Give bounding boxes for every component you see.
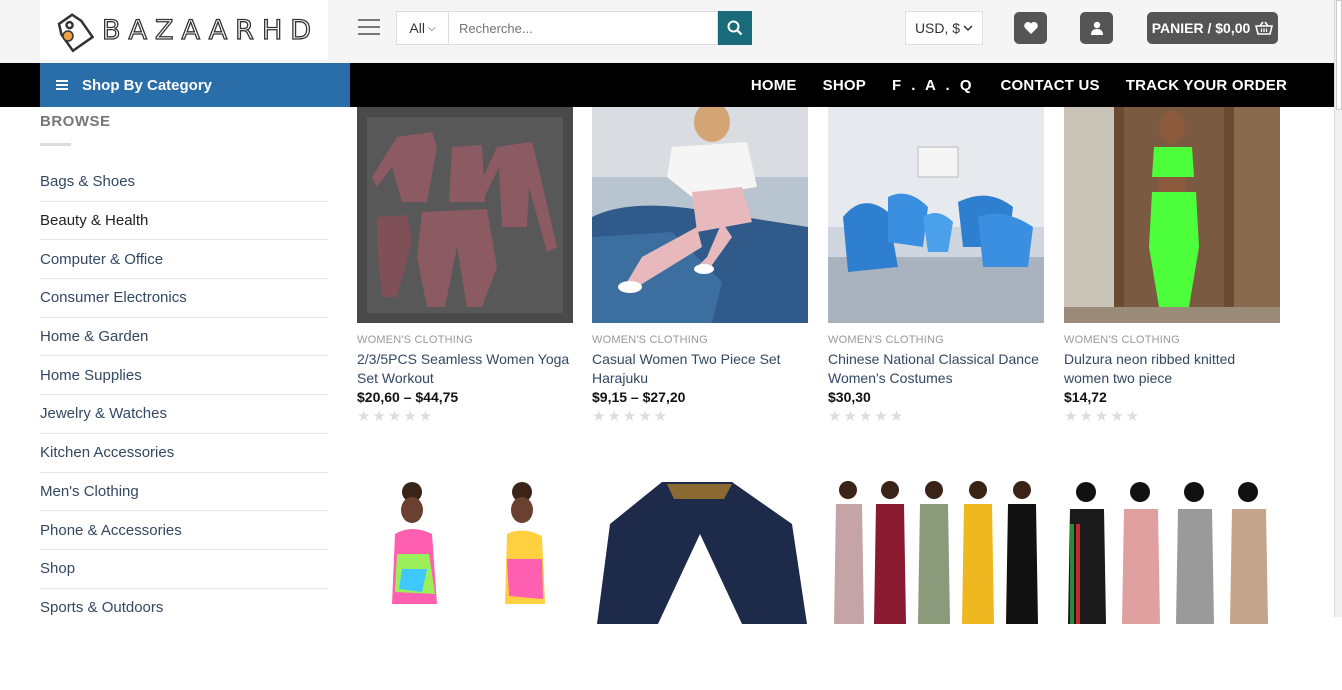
category-home-supplies[interactable]: Home Supplies — [40, 356, 328, 396]
product-image[interactable] — [592, 474, 808, 690]
search-category-select[interactable]: All ⌵ — [396, 11, 448, 45]
search-button[interactable] — [718, 11, 752, 45]
product-image[interactable] — [592, 107, 808, 323]
product-image[interactable] — [828, 107, 1044, 323]
nav-home[interactable]: HOME — [751, 77, 797, 94]
star-rating: ★★★★★ — [357, 408, 435, 425]
category-shop[interactable]: Shop — [40, 550, 328, 589]
cart-label: PANIER / $0,00 — [1151, 20, 1251, 36]
category-sports-outdoors[interactable]: Sports & Outdoors — [40, 589, 328, 628]
product-category[interactable]: WOMEN'S CLOTHING — [592, 334, 808, 346]
product-name[interactable]: Casual Women Two Piece Set Harajuku — [592, 350, 808, 388]
star-rating: ★★★★★ — [1064, 408, 1142, 425]
nav-links: HOME SHOP F . A . Q CONTACT US TRACK YOU… — [725, 63, 1287, 107]
currency-select[interactable]: USD, $ — [905, 11, 983, 45]
search-bar: All ⌵ — [396, 11, 752, 45]
product-price: $14,72 — [1064, 389, 1107, 405]
product-card[interactable]: WOMEN'S CLOTHING Dulzura neon ribbed kni… — [1064, 107, 1280, 425]
cart-button[interactable]: PANIER / $0,00 — [1147, 12, 1278, 44]
chevron-down-icon — [963, 25, 973, 32]
product-card[interactable] — [828, 474, 1044, 690]
browse-heading: BROWSE — [40, 113, 111, 130]
product-name[interactable]: 2/3/5PCS Seamless Women Yoga Set Workout — [357, 350, 573, 388]
account-button[interactable] — [1080, 12, 1113, 44]
product-price: $30,30 — [828, 389, 871, 405]
chevron-down-icon: ⌵ — [427, 22, 436, 34]
product-card[interactable] — [357, 474, 573, 690]
heart-icon — [1023, 22, 1038, 34]
menu-icon[interactable] — [358, 19, 380, 37]
product-price: $20,60 – $44,75 — [357, 389, 459, 405]
user-icon — [1090, 21, 1103, 35]
product-price: $9,15 – $27,20 — [592, 389, 686, 405]
nav-shop[interactable]: SHOP — [823, 77, 866, 94]
category-consumer-electronics[interactable]: Consumer Electronics — [40, 279, 328, 318]
product-card[interactable] — [1064, 474, 1280, 690]
shop-by-category-button[interactable]: Shop By Category — [40, 63, 350, 107]
category-jewelry-watches[interactable]: Jewelry & Watches — [40, 395, 328, 434]
search-input[interactable] — [448, 11, 718, 45]
product-image[interactable] — [357, 107, 573, 323]
star-rating: ★★★★★ — [592, 408, 670, 425]
product-category[interactable]: WOMEN'S CLOTHING — [357, 334, 573, 346]
nav-contact-us[interactable]: CONTACT US — [1001, 77, 1100, 94]
product-name[interactable]: Dulzura neon ribbed knitted women two pi… — [1064, 350, 1280, 388]
category-list: Bags & Shoes Beauty & Health Computer & … — [40, 163, 328, 627]
basket-icon — [1255, 21, 1274, 35]
nav-faq[interactable]: F . A . Q — [892, 77, 975, 94]
scrollbar-thumb[interactable] — [1336, 0, 1342, 110]
product-card[interactable]: WOMEN'S CLOTHING Chinese National Classi… — [828, 107, 1044, 425]
wishlist-button[interactable] — [1014, 12, 1047, 44]
category-beauty-health[interactable]: Beauty & Health — [40, 202, 328, 241]
logo-text: BAZAARHD — [101, 14, 320, 46]
currency-value: USD, $ — [914, 20, 961, 36]
product-image[interactable] — [357, 474, 573, 690]
star-rating: ★★★★★ — [828, 408, 906, 425]
product-category[interactable]: WOMEN'S CLOTHING — [1064, 334, 1280, 346]
product-image[interactable] — [1064, 107, 1280, 323]
category-mens-clothing[interactable]: Men's Clothing — [40, 473, 328, 512]
nav-track-order[interactable]: TRACK YOUR ORDER — [1126, 77, 1287, 94]
divider — [40, 143, 71, 146]
product-name[interactable]: Chinese National Classical Dance Women's… — [828, 350, 1044, 388]
product-card[interactable]: WOMEN'S CLOTHING 2/3/5PCS Seamless Women… — [357, 107, 573, 425]
category-computer-office[interactable]: Computer & Office — [40, 240, 328, 280]
site-logo[interactable]: BAZAARHD — [40, 0, 328, 60]
product-image[interactable] — [1064, 474, 1280, 690]
search-icon — [727, 20, 743, 36]
product-card[interactable]: WOMEN'S CLOTHING Casual Women Two Piece … — [592, 107, 808, 425]
category-home-garden[interactable]: Home & Garden — [40, 318, 328, 357]
product-card[interactable] — [592, 474, 808, 690]
shop-by-category-label: Shop By Category — [82, 76, 213, 94]
search-category-value: All — [409, 20, 425, 36]
menu-icon — [56, 78, 68, 92]
product-category[interactable]: WOMEN'S CLOTHING — [828, 334, 1044, 346]
category-phone-accessories[interactable]: Phone & Accessories — [40, 511, 328, 550]
category-bags-shoes[interactable]: Bags & Shoes — [40, 163, 328, 202]
price-tag-icon — [57, 13, 94, 53]
category-kitchen-accessories[interactable]: Kitchen Accessories — [40, 434, 328, 473]
product-image[interactable] — [828, 474, 1044, 690]
